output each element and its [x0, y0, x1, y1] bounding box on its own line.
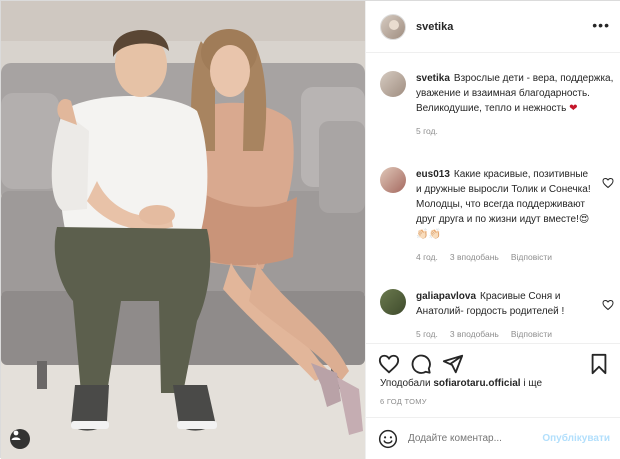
comment-user[interactable]: galiapavlova: [416, 291, 476, 302]
heart-icon[interactable]: [378, 353, 400, 375]
caption-age[interactable]: 5 год.: [416, 124, 438, 139]
post-details-panel: svetika ••• svetika Взрослые дети - вера,…: [365, 1, 620, 459]
comment-avatar[interactable]: [380, 167, 406, 193]
emoji-icon[interactable]: [378, 429, 398, 449]
share-icon[interactable]: [442, 353, 464, 375]
comment-body: galiapavlova Красивые Соня и Анатолий- го…: [416, 289, 592, 342]
likes-suffix[interactable]: і ще: [523, 378, 542, 389]
post-header: svetika •••: [366, 1, 620, 53]
comment-like-heart-icon[interactable]: [602, 299, 614, 311]
likes-summary: Уподобали sofiarotaru.official і ще: [380, 378, 542, 389]
post-window: svetika ••• svetika Взрослые дети - вера,…: [0, 0, 620, 459]
more-dots-icon[interactable]: •••: [592, 18, 610, 32]
caption-meta: 5 год.: [416, 124, 614, 139]
comment-meta: 5 год. 3 вподобань Відповісти: [416, 327, 592, 342]
comment-reply-button[interactable]: Відповісти: [511, 250, 552, 265]
comment-reply-button[interactable]: Відповісти: [511, 327, 552, 342]
comment-likes[interactable]: 3 вподобань: [450, 327, 499, 342]
comment-item: galiapavlova Красивые Соня и Анатолий- го…: [380, 289, 614, 342]
comment-meta: 4 год. 3 вподобань Відповісти: [416, 250, 592, 265]
user-tag-icon[interactable]: [10, 429, 30, 449]
profile-avatar[interactable]: [380, 13, 406, 40]
comment-user[interactable]: eus013: [416, 169, 450, 180]
caption-body: svetika Взрослые дети - вера, поддержка, …: [416, 71, 614, 139]
post-username[interactable]: svetika: [416, 21, 453, 33]
comment-item: eus013 Какие красивые, позитивные и дружн…: [380, 167, 614, 265]
comment-body: eus013 Какие красивые, позитивные и дружн…: [416, 167, 592, 265]
post-photo[interactable]: [1, 1, 365, 459]
likes-prefix: Уподобали: [380, 378, 431, 389]
comment-age[interactable]: 4 год.: [416, 250, 438, 265]
comment-likes[interactable]: 3 вподобань: [450, 250, 499, 265]
caption-user[interactable]: svetika: [416, 73, 450, 84]
caption: svetika Взрослые дети - вера, поддержка, …: [380, 71, 614, 139]
comment-avatar[interactable]: [380, 289, 406, 315]
photo-illustration: [1, 1, 365, 459]
comment-age[interactable]: 5 год.: [416, 327, 438, 342]
post-timestamp[interactable]: 6 ГОД ТОМУ: [380, 397, 427, 406]
action-bar: [366, 343, 620, 383]
publish-button[interactable]: Опублікувати: [542, 433, 610, 444]
bookmark-icon[interactable]: [588, 353, 610, 375]
add-comment-bar: Опублікувати: [366, 417, 620, 459]
comment-icon[interactable]: [410, 353, 432, 375]
caption-avatar[interactable]: [380, 71, 406, 97]
comment-input[interactable]: [408, 433, 558, 444]
likes-user[interactable]: sofiarotaru.official: [433, 378, 520, 389]
comment-like-heart-icon[interactable]: [602, 177, 614, 189]
